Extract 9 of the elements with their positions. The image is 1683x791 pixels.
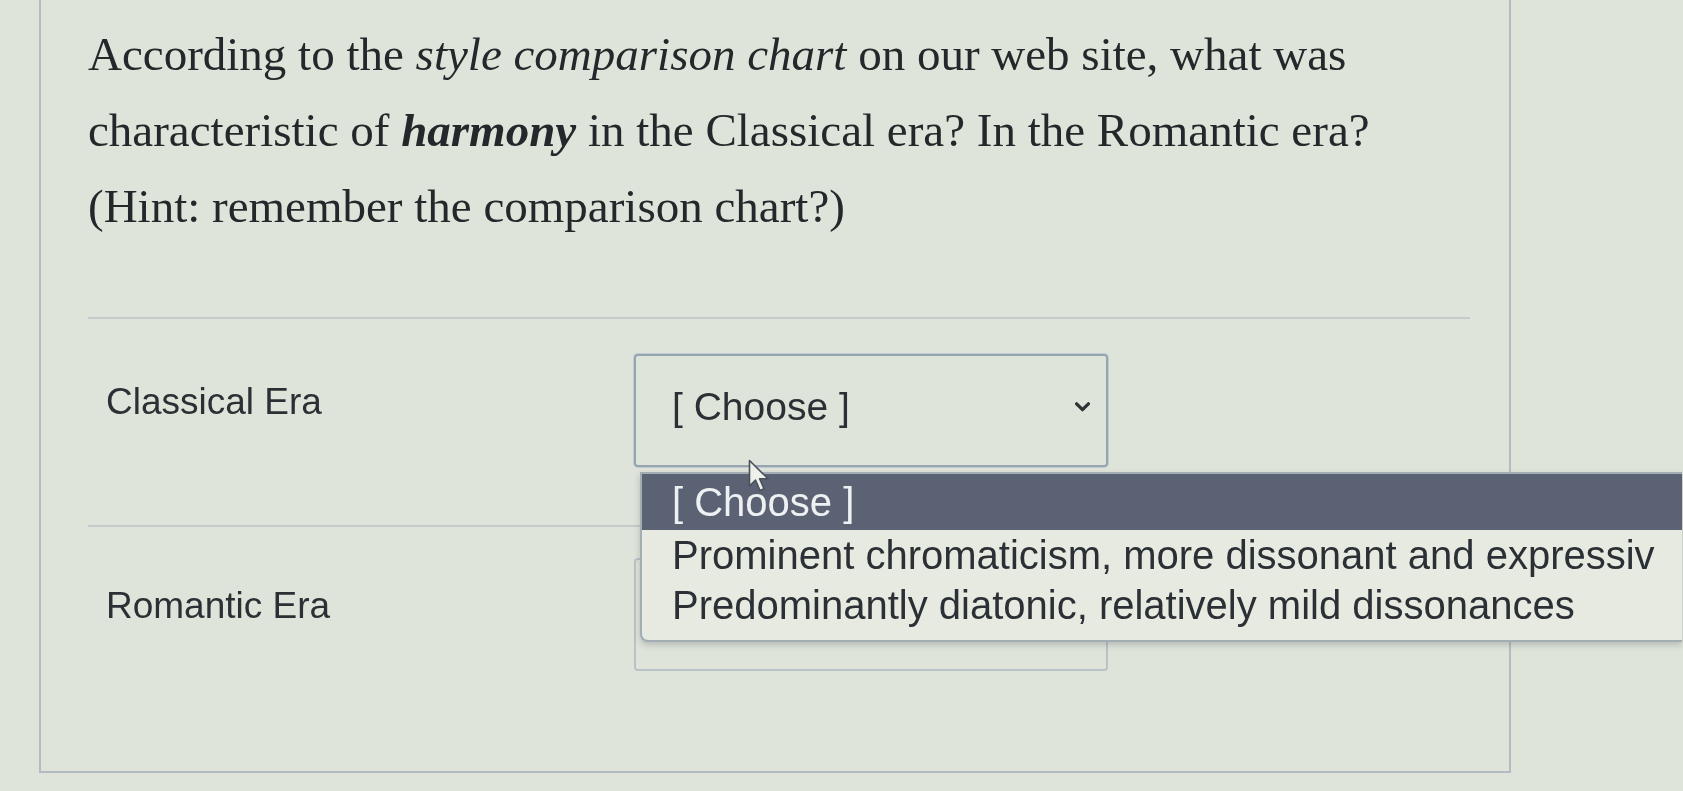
question-text: According to the style comparison chart on our web site, what was characteristic of harmony in the Classical era? In the Romantic era? bbox=[88, 27, 1371, 158]
chevron-icon bbox=[1075, 401, 1090, 412]
era-label: Classical Era bbox=[106, 381, 322, 422]
era-label: Romantic Era bbox=[106, 585, 331, 626]
dropdown-option[interactable]: [ Choose ] bbox=[642, 474, 1682, 530]
select-field[interactable]: [ Choose ] bbox=[634, 354, 1108, 467]
dropdown-option[interactable]: Predominantly diatonic, relatively mild dissonances bbox=[642, 580, 1682, 630]
dropdown-option[interactable]: Prominent chromaticism, more dissonant and expressiv bbox=[642, 530, 1682, 580]
hint-text: (Hint: remember the comparison chart?) bbox=[88, 179, 846, 234]
